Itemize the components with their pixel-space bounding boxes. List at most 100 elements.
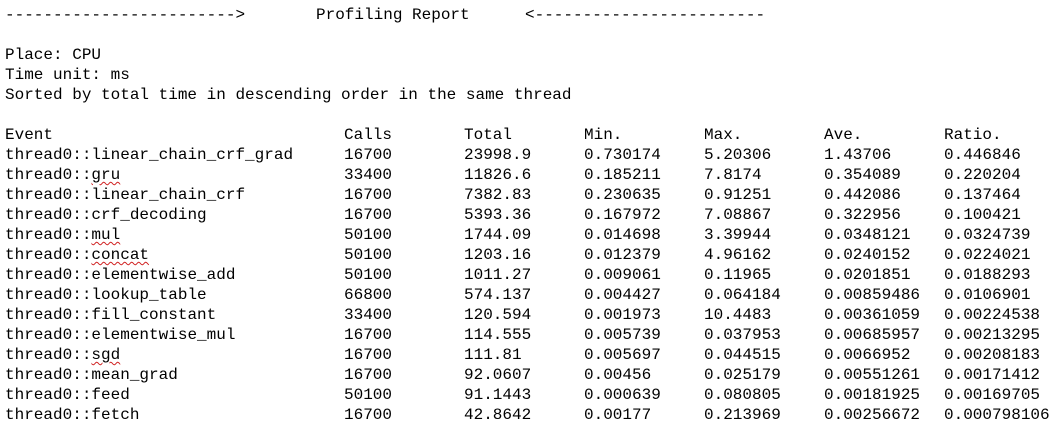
cell-calls: 16700 <box>344 186 393 204</box>
table-row: thread0::lookup_table 66800 574.137 0.00442… <box>0 285 1063 305</box>
event-name: thread0::linear_chain_crf <box>5 185 245 205</box>
event-op: gru <box>91 166 121 184</box>
cell-ratio: 0.137464 <box>944 186 1021 204</box>
cell-max: 7.08867 <box>704 206 772 224</box>
event-name: thread0::fetch <box>5 405 139 425</box>
cell-min: 0.004427 <box>584 286 661 304</box>
event-name: thread0::elementwise_add <box>5 265 235 285</box>
header-min: Min. <box>584 126 623 144</box>
event-prefix: thread0:: <box>5 246 92 264</box>
event-op: crf_decoding <box>91 206 207 224</box>
cell-calls: 33400 <box>344 306 393 324</box>
cell-max: 0.044515 <box>704 346 781 364</box>
table-row: thread0::crf_decoding 16700 5393.36 0.16797… <box>0 205 1063 225</box>
cell-max: 4.96162 <box>704 246 772 264</box>
cell-min: 0.000639 <box>584 386 661 404</box>
header-event: Event <box>5 126 54 144</box>
cell-min: 0.014698 <box>584 226 661 244</box>
banner-right-arrow: <------------------------ <box>525 6 766 24</box>
table-header-row: Event Calls Total Min. Max. Ave. Ratio. <box>0 125 1063 145</box>
cell-calls: 16700 <box>344 206 393 224</box>
event-name: thread0::crf_decoding <box>5 205 207 225</box>
cell-min: 0.001973 <box>584 306 661 324</box>
cell-max: 0.11965 <box>704 266 772 284</box>
table-row: thread0::elementwise_add 50100 1011.27 0.00… <box>0 265 1063 285</box>
cell-ratio: 0.00169705 <box>944 386 1041 404</box>
cell-max: 0.213969 <box>704 406 781 424</box>
report-title: Profiling Report <box>316 6 470 24</box>
cell-ave: 0.00859486 <box>824 286 921 304</box>
cell-calls: 50100 <box>344 246 393 264</box>
event-prefix: thread0:: <box>5 186 92 204</box>
cell-calls: 66800 <box>344 286 393 304</box>
cell-total: 120.594 <box>464 306 532 324</box>
place-line: Place: CPU <box>5 46 102 64</box>
cell-calls: 16700 <box>344 366 393 384</box>
cell-ratio: 0.0188293 <box>944 266 1031 284</box>
cell-ave: 0.00256672 <box>824 406 921 424</box>
header-max: Max. <box>704 126 743 144</box>
cell-min: 0.230635 <box>584 186 661 204</box>
cell-ave: 0.00181925 <box>824 386 921 404</box>
cell-calls: 50100 <box>344 266 393 284</box>
cell-min: 0.00177 <box>584 406 652 424</box>
cell-calls: 33400 <box>344 166 393 184</box>
event-name: thread0::elementwise_mul <box>5 325 235 345</box>
event-op: fill_constant <box>91 306 217 324</box>
cell-ave: 0.00685957 <box>824 326 921 344</box>
cell-ratio: 0.000798106 <box>944 406 1050 424</box>
table-row: thread0::fetch 16700 42.8642 0.00177 0.21396… <box>0 405 1063 425</box>
cell-min: 0.167972 <box>584 206 661 224</box>
cell-total: 1744.09 <box>464 226 532 244</box>
cell-ratio: 0.0324739 <box>944 226 1031 244</box>
event-name: thread0::concat <box>5 245 149 265</box>
event-op: elementwise_add <box>91 266 236 284</box>
cell-total: 111.81 <box>464 346 522 364</box>
cell-total: 92.0607 <box>464 366 532 384</box>
cell-total: 42.8642 <box>464 406 532 424</box>
cell-ave: 0.0240152 <box>824 246 911 264</box>
cell-ratio: 0.0106901 <box>944 286 1031 304</box>
cell-ratio: 0.220204 <box>944 166 1021 184</box>
cell-max: 0.037953 <box>704 326 781 344</box>
cell-ave: 0.0348121 <box>824 226 911 244</box>
table-row: thread0::linear_chain_crf 16700 7382.83 0.2… <box>0 185 1063 205</box>
event-name: thread0::mean_grad <box>5 365 178 385</box>
event-prefix: thread0:: <box>5 206 92 224</box>
table-row: thread0::linear_chain_crf_grad 16700 23998… <box>0 145 1063 165</box>
cell-min: 0.730174 <box>584 146 661 164</box>
event-op: mul <box>91 226 121 244</box>
event-name: thread0::fill_constant <box>5 305 216 325</box>
event-prefix: thread0:: <box>5 166 92 184</box>
table-row: thread0::gru 33400 11826.6 0.185211 7.8174 0.… <box>0 165 1063 185</box>
event-prefix: thread0:: <box>5 306 92 324</box>
cell-ratio: 0.00224538 <box>944 306 1041 324</box>
event-op: elementwise_mul <box>91 326 236 344</box>
cell-ratio: 0.00213295 <box>944 326 1041 344</box>
event-name: thread0::feed <box>5 385 130 405</box>
cell-ave: 0.0066952 <box>824 346 911 364</box>
cell-total: 574.137 <box>464 286 532 304</box>
cell-max: 0.080805 <box>704 386 781 404</box>
event-name: thread0::lookup_table <box>5 285 207 305</box>
table-row: thread0::feed 50100 91.1443 0.000639 0.08080… <box>0 385 1063 405</box>
event-op: linear_chain_crf <box>91 186 246 204</box>
banner-left-arrow: ------------------------> <box>5 6 246 24</box>
cell-total: 7382.83 <box>464 186 532 204</box>
event-prefix: thread0:: <box>5 366 92 384</box>
event-op: mean_grad <box>91 366 178 384</box>
cell-ratio: 0.0224021 <box>944 246 1031 264</box>
event-op: lookup_table <box>91 286 207 304</box>
event-prefix: thread0:: <box>5 226 92 244</box>
cell-ave: 1.43706 <box>824 146 892 164</box>
cell-min: 0.009061 <box>584 266 661 284</box>
cell-min: 0.185211 <box>584 166 661 184</box>
table-row: thread0::fill_constant 33400 120.594 0.0019… <box>0 305 1063 325</box>
cell-ave: 0.354089 <box>824 166 901 184</box>
table-row: thread0::sgd 16700 111.81 0.005697 0.044515 0… <box>0 345 1063 365</box>
cell-min: 0.005697 <box>584 346 661 364</box>
event-op: concat <box>91 246 150 264</box>
cell-total: 1011.27 <box>464 266 532 284</box>
event-prefix: thread0:: <box>5 326 92 344</box>
sort-note-line: Sorted by total time in descending order… <box>5 86 572 104</box>
